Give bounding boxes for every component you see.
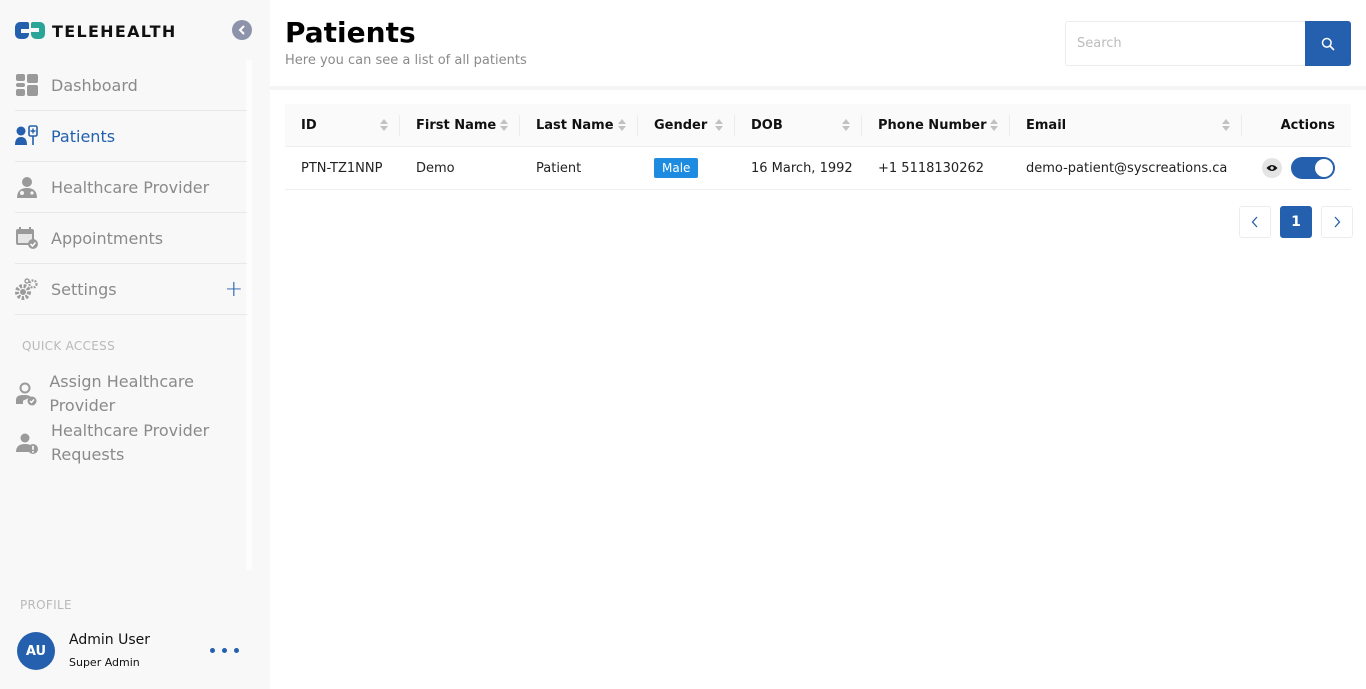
sidebar-item-appointments[interactable]: Appointments — [15, 213, 247, 264]
search-icon — [1321, 37, 1335, 50]
profile-heading: PROFILE — [20, 598, 72, 612]
chevron-right-icon — [1334, 216, 1341, 228]
cell-email: demo-patient@syscreations.ca — [1026, 160, 1228, 176]
next-page-button[interactable] — [1321, 206, 1353, 238]
search-input[interactable] — [1065, 21, 1305, 66]
pagination: 1 — [1239, 206, 1353, 238]
prev-page-button[interactable] — [1239, 206, 1271, 238]
sort-icon[interactable] — [618, 118, 626, 131]
eye-icon — [1266, 165, 1278, 171]
profile-more-button[interactable] — [210, 648, 239, 653]
cell-dob: 16 March, 1992 — [751, 160, 853, 176]
provider-request-icon — [15, 431, 39, 455]
sidebar-item-dashboard[interactable]: Dashboard — [15, 60, 247, 111]
gears-icon — [15, 277, 39, 301]
patients-icon — [15, 124, 39, 148]
column-header-phone[interactable]: Phone Number — [862, 104, 1010, 147]
column-header-email[interactable]: Email — [1010, 104, 1242, 147]
telehealth-logo-icon — [15, 20, 45, 42]
cell-last-name: Patient — [536, 160, 582, 176]
column-header-gender[interactable]: Gender — [638, 104, 735, 147]
search-box — [1065, 21, 1351, 66]
sidebar: TELEHEALTH Dashboard Patients Healthcare… — [0, 0, 270, 689]
assign-provider-icon — [15, 382, 37, 406]
cell-gender: Male — [638, 147, 735, 190]
chevron-left-icon — [238, 25, 245, 35]
column-header-last-name[interactable]: Last Name — [520, 104, 638, 147]
table-row: PTN-TZ1NNP Demo Patient Male 16 March, 1… — [285, 147, 1351, 190]
page-button-1[interactable]: 1 — [1280, 206, 1312, 238]
sort-icon[interactable] — [500, 118, 508, 131]
table-header: ID First Name Last Name Gender DOB Phone… — [285, 104, 1351, 147]
column-header-first-name[interactable]: First Name — [400, 104, 520, 147]
sidebar-item-label: Patients — [51, 126, 116, 146]
column-header-id[interactable]: ID — [285, 104, 400, 147]
quick-access-label: Assign Healthcare Provider — [49, 372, 194, 415]
sidebar-nav: Dashboard Patients Healthcare Provider A… — [15, 60, 247, 315]
active-status-toggle[interactable] — [1291, 157, 1335, 179]
main-content: Patients Here you can see a list of all … — [270, 0, 1366, 689]
gender-badge: Male — [654, 158, 699, 178]
column-header-dob[interactable]: DOB — [735, 104, 862, 147]
cell-actions — [1242, 147, 1351, 190]
profile-role: Super Admin — [69, 656, 140, 669]
sidebar-item-label: Settings — [51, 279, 117, 299]
quick-access-provider-requests[interactable]: Healthcare Provider Requests — [15, 419, 250, 467]
avatar[interactable]: AU — [17, 632, 55, 670]
cell-id: PTN-TZ1NNP — [301, 160, 383, 176]
chevron-left-icon — [1251, 216, 1258, 228]
quick-access-label: Healthcare Provider Requests — [51, 421, 210, 464]
sort-icon[interactable] — [1222, 118, 1230, 131]
sidebar-item-settings[interactable]: Settings + — [15, 264, 247, 315]
brand[interactable]: TELEHEALTH — [15, 20, 177, 42]
cell-first-name: Demo — [416, 160, 455, 176]
sidebar-item-label: Dashboard — [51, 75, 138, 95]
column-header-actions: Actions — [1280, 117, 1335, 133]
calendar-check-icon — [15, 226, 39, 250]
sidebar-item-label: Appointments — [51, 228, 164, 248]
profile-name: Admin User — [69, 632, 150, 648]
sidebar-item-healthcare-provider[interactable]: Healthcare Provider — [15, 162, 247, 213]
patients-table: ID First Name Last Name Gender DOB Phone… — [285, 104, 1351, 190]
sort-icon[interactable] — [842, 118, 850, 131]
dashboard-icon — [15, 73, 39, 97]
search-button[interactable] — [1305, 21, 1351, 66]
sort-icon[interactable] — [380, 118, 388, 131]
more-dots-icon — [210, 648, 215, 653]
collapse-sidebar-button[interactable] — [232, 20, 252, 40]
sidebar-item-label: Healthcare Provider — [51, 177, 210, 197]
header-divider — [270, 86, 1366, 90]
view-patient-button[interactable] — [1262, 158, 1282, 178]
cell-phone: +1 5118130262 — [878, 160, 985, 176]
app: TELEHEALTH Dashboard Patients Healthcare… — [0, 0, 1366, 689]
sort-icon[interactable] — [990, 118, 998, 131]
quick-access-assign-provider[interactable]: Assign Healthcare Provider — [15, 370, 250, 418]
sidebar-item-patients[interactable]: Patients — [15, 111, 247, 162]
page-subtitle: Here you can see a list of all patients — [285, 53, 527, 68]
brand-name: TELEHEALTH — [52, 21, 177, 41]
expand-settings-icon[interactable]: + — [225, 279, 243, 301]
sort-icon[interactable] — [715, 118, 723, 131]
doctor-icon — [15, 175, 39, 199]
toggle-knob — [1315, 159, 1333, 177]
page-title: Patients — [285, 16, 416, 49]
quick-access-heading: QUICK ACCESS — [22, 339, 116, 353]
